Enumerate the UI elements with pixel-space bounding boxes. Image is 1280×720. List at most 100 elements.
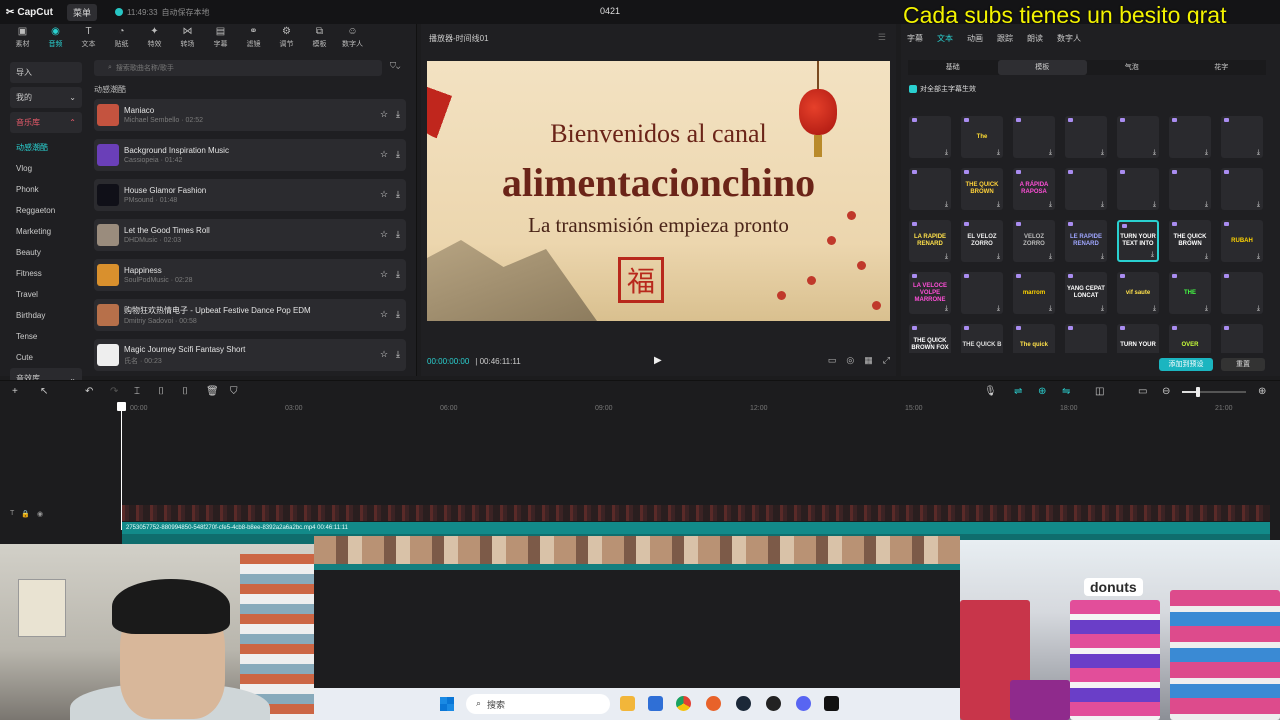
- tool-10[interactable]: ☺ 数字人: [336, 24, 369, 52]
- download-icon[interactable]: ⤓: [1049, 305, 1052, 312]
- tab-0[interactable]: 字幕: [907, 33, 923, 44]
- download-icon[interactable]: ⤓: [396, 109, 400, 120]
- music-track[interactable]: Let the Good Times Roll DHDMusic · 02:03 ☆…: [94, 219, 406, 251]
- subtab-1[interactable]: 模板: [997, 60, 1087, 75]
- download-icon[interactable]: ⤓: [1205, 201, 1208, 208]
- tool-8[interactable]: ⚙ 调节: [270, 24, 303, 52]
- download-icon[interactable]: ⤓: [945, 149, 948, 156]
- text-template[interactable]: TURN YOUR TEXT INTO ⤓: [1117, 220, 1159, 262]
- music-category-item[interactable]: Travel: [10, 284, 82, 305]
- text-template[interactable]: marrom ⤓: [1013, 272, 1055, 314]
- music-category-item[interactable]: Phonk: [10, 179, 82, 200]
- snapshot-icon[interactable]: ◎: [846, 355, 854, 366]
- download-icon[interactable]: ⤓: [396, 149, 400, 160]
- text-template[interactable]: THE QUICK BROWN ⤓: [961, 168, 1003, 210]
- magnet-icon[interactable]: ⊕: [1038, 386, 1046, 397]
- download-icon[interactable]: ⤓: [396, 349, 400, 360]
- music-category-item[interactable]: Beauty: [10, 242, 82, 263]
- tab-1[interactable]: 文本: [937, 33, 953, 44]
- tab-3[interactable]: 跟踪: [997, 33, 1013, 44]
- music-category-item[interactable]: 动感潮酷: [10, 137, 82, 158]
- download-icon[interactable]: ⤓: [945, 201, 948, 208]
- text-template[interactable]: ⤓: [1169, 116, 1211, 158]
- eye-icon[interactable]: ◉: [37, 510, 43, 518]
- download-icon[interactable]: ⤓: [1205, 253, 1208, 260]
- text-template[interactable]: THE QUICK BROWN ⤓: [1169, 220, 1211, 262]
- download-icon[interactable]: ⤓: [1101, 149, 1104, 156]
- playhead-handle[interactable]: [117, 402, 126, 411]
- text-template[interactable]: LA RAPIDE RENARD ⤓: [909, 220, 951, 262]
- steam-icon[interactable]: [736, 696, 751, 711]
- download-icon[interactable]: ⤓: [1049, 149, 1052, 156]
- redo-icon[interactable]: ↷: [110, 386, 118, 397]
- text-template[interactable]: TURN YOUR⤓: [1117, 324, 1159, 353]
- add-preset-button[interactable]: 添加到预设: [1159, 358, 1213, 371]
- text-template[interactable]: ⤓: [1169, 168, 1211, 210]
- filter-button[interactable]: ⛉⌄: [390, 61, 400, 71]
- download-icon[interactable]: ⤓: [945, 253, 948, 260]
- text-template[interactable]: A RÁPIDA RAPOSA ⤓: [1013, 168, 1055, 210]
- tool-4[interactable]: ✦ 特效: [138, 24, 171, 52]
- music-track[interactable]: House Glamor Fashion PMsound · 01:48 ☆ ⤓: [94, 179, 406, 211]
- download-icon[interactable]: ⤓: [997, 201, 1000, 208]
- download-icon[interactable]: ⤓: [1153, 201, 1156, 208]
- music-track[interactable]: Background Inspiration Music Cassiopeia ·…: [94, 139, 406, 171]
- music-track[interactable]: Happiness SoulPodMusic · 02:28 ☆ ⤓: [94, 259, 406, 291]
- music-category-item[interactable]: Marketing: [10, 221, 82, 242]
- capcut-icon[interactable]: [824, 696, 839, 711]
- snap-icon[interactable]: ⇋: [1062, 386, 1070, 397]
- download-icon[interactable]: ⤓: [1257, 201, 1260, 208]
- menu-icon[interactable]: ☰: [878, 32, 886, 43]
- download-icon[interactable]: ⤓: [1257, 149, 1260, 156]
- add-track-icon[interactable]: +: [12, 386, 18, 397]
- shield-icon[interactable]: ⛉: [230, 386, 238, 397]
- music-category-item[interactable]: Reggaeton: [10, 200, 82, 221]
- quality-icon[interactable]: ▦: [864, 355, 873, 366]
- app-icon[interactable]: [648, 696, 663, 711]
- star-icon[interactable]: ☆: [380, 309, 388, 320]
- file-explorer-icon[interactable]: [620, 696, 635, 711]
- music-track[interactable]: Magic Journey Scifi Fantasy Short 氏名 · 00…: [94, 339, 406, 371]
- download-icon[interactable]: ⤓: [1101, 305, 1104, 312]
- download-icon[interactable]: ⤓: [1049, 201, 1052, 208]
- text-template[interactable]: OVER⤓: [1169, 324, 1211, 353]
- music-library-dropdown[interactable]: 音乐库 ⌃: [10, 112, 82, 133]
- text-template[interactable]: ⤓: [1221, 272, 1263, 314]
- text-template[interactable]: LA VELOCE VOLPE MARRONE ⤓: [909, 272, 951, 314]
- download-icon[interactable]: ⤓: [1205, 149, 1208, 156]
- tab-5[interactable]: 数字人: [1057, 33, 1081, 44]
- audio-waveform[interactable]: [122, 505, 1270, 521]
- mine-dropdown[interactable]: 我的 ⌄: [10, 87, 82, 108]
- text-template[interactable]: ⤓: [909, 116, 951, 158]
- text-template[interactable]: EL VELOZ ZORRO ⤓: [961, 220, 1003, 262]
- download-icon[interactable]: ⤓: [1153, 305, 1156, 312]
- music-category-item[interactable]: Birthday: [10, 305, 82, 326]
- star-icon[interactable]: ☆: [380, 269, 388, 280]
- text-template[interactable]: The quick⤓: [1013, 324, 1055, 353]
- text-template[interactable]: THE QUICK BROWN FOX⤓: [909, 324, 951, 353]
- link-icon[interactable]: ⇌: [1014, 386, 1022, 397]
- zoom-slider[interactable]: [1182, 387, 1246, 397]
- music-category-item[interactable]: Cute: [10, 347, 82, 368]
- undo-icon[interactable]: ↶: [85, 386, 93, 397]
- download-icon[interactable]: ⤓: [1101, 253, 1104, 260]
- music-track[interactable]: Maniaco Michael Sembello · 02:52 ☆ ⤓: [94, 99, 406, 131]
- subtab-0[interactable]: 基础: [908, 60, 998, 75]
- ratio-icon[interactable]: ▭: [828, 355, 837, 366]
- download-icon[interactable]: ⤓: [396, 189, 400, 200]
- text-template[interactable]: THE ⤓: [1169, 272, 1211, 314]
- download-icon[interactable]: ⤓: [945, 305, 948, 312]
- tool-9[interactable]: ⧉ 模板: [303, 24, 336, 52]
- download-icon[interactable]: ⤓: [1101, 201, 1104, 208]
- text-template[interactable]: ⤓: [1065, 116, 1107, 158]
- taskbar-search[interactable]: ⌕ 搜索: [466, 694, 610, 714]
- download-icon[interactable]: ⤓: [1205, 305, 1208, 312]
- zoom-out-icon[interactable]: ⊖: [1162, 386, 1170, 397]
- reset-button[interactable]: 重置: [1221, 358, 1265, 371]
- tool-5[interactable]: ⋈ 转场: [171, 24, 204, 52]
- download-icon[interactable]: ⤓: [1257, 305, 1260, 312]
- download-icon[interactable]: ⤓: [1151, 251, 1154, 258]
- star-icon[interactable]: ☆: [380, 109, 388, 120]
- captions-icon[interactable]: ▭: [1138, 386, 1147, 397]
- fullscreen-icon[interactable]: ⤢: [883, 355, 890, 366]
